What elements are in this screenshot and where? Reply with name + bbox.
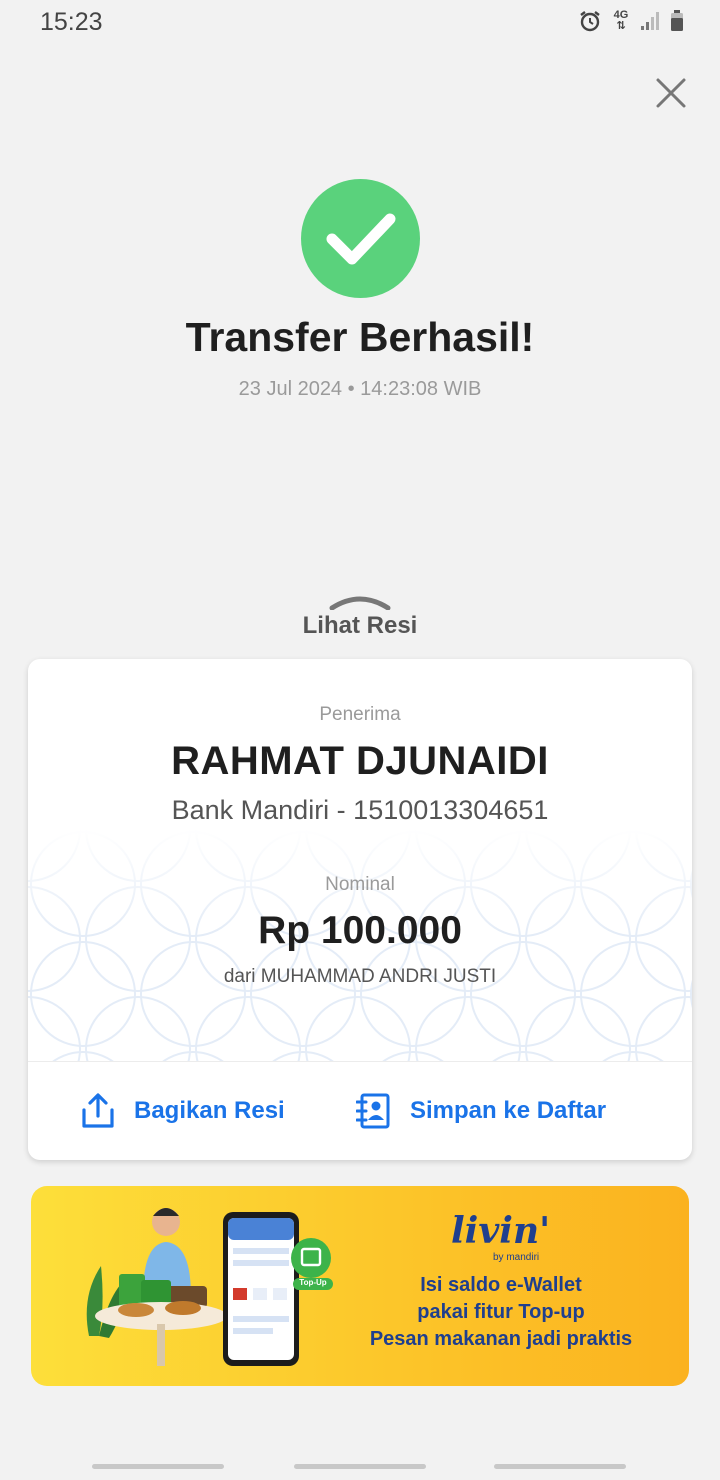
promo-line-3: Pesan makanan jadi praktis — [369, 1328, 633, 1350]
alarm-icon — [578, 9, 602, 33]
network-4g-icon: 4G ⇅ — [613, 9, 629, 32]
status-time: 15:23 — [40, 8, 103, 36]
recipient-bank-account: Bank Mandiri - 1510013304651 — [171, 795, 549, 825]
status-bar: 15:23 4G ⇅ — [0, 0, 720, 44]
nav-handle-right[interactable] — [494, 1464, 626, 1469]
receipt-actions: Bagikan Resi Simpan ke Daftar — [28, 1062, 692, 1160]
transaction-datetime: 23 Jul 2024 • 14:23:08 WIB — [238, 378, 482, 400]
network-label: 4G — [613, 9, 629, 21]
save-to-list-button[interactable]: Simpan ke Daftar — [356, 1092, 606, 1130]
battery-icon — [670, 10, 684, 32]
close-icon — [656, 78, 686, 108]
view-receipt-label: Lihat Resi — [302, 612, 418, 639]
sender-name: dari MUHAMMAD ANDRI JUSTI — [223, 966, 497, 987]
share-icon — [82, 1093, 114, 1128]
signal-icon — [640, 11, 660, 31]
view-receipt-toggle[interactable]: Lihat Resi — [260, 594, 460, 650]
share-receipt-button[interactable]: Bagikan Resi — [80, 1092, 285, 1130]
close-button[interactable] — [652, 74, 690, 112]
chevron-up-icon — [329, 596, 391, 610]
nav-handle-left[interactable] — [92, 1464, 224, 1469]
check-icon — [326, 213, 396, 265]
transfer-amount: Rp 100.000 — [258, 909, 462, 952]
recipient-label: Penerima — [319, 704, 401, 725]
promo-line-1: Isi saldo e-Wallet — [420, 1274, 582, 1296]
success-badge — [301, 179, 420, 298]
save-to-list-label: Simpan ke Daftar — [410, 1097, 607, 1124]
livin-logo: livin' — [451, 1210, 551, 1252]
nav-handle-center[interactable] — [294, 1464, 426, 1469]
save-contact-icon — [356, 1093, 390, 1129]
livin-logo-sub: by mandiri — [493, 1252, 540, 1263]
page-title: Transfer Berhasil! — [185, 314, 535, 360]
promo-banner[interactable]: Top-Up livin' by mandiri Isi saldo e-Wal… — [31, 1186, 689, 1386]
share-receipt-label: Bagikan Resi — [134, 1097, 285, 1124]
promo-line-2: pakai fitur Top-up — [417, 1301, 585, 1323]
recipient-name: RAHMAT DJUNAIDI — [171, 739, 549, 783]
status-icons: 4G ⇅ — [578, 9, 684, 33]
nominal-label: Nominal — [325, 874, 395, 895]
receipt-card: Penerima RAHMAT DJUNAIDI Bank Mandiri - … — [28, 659, 692, 1160]
promo-topup-badge: Top-Up — [299, 1278, 327, 1287]
system-navigation-bar — [0, 1452, 720, 1480]
